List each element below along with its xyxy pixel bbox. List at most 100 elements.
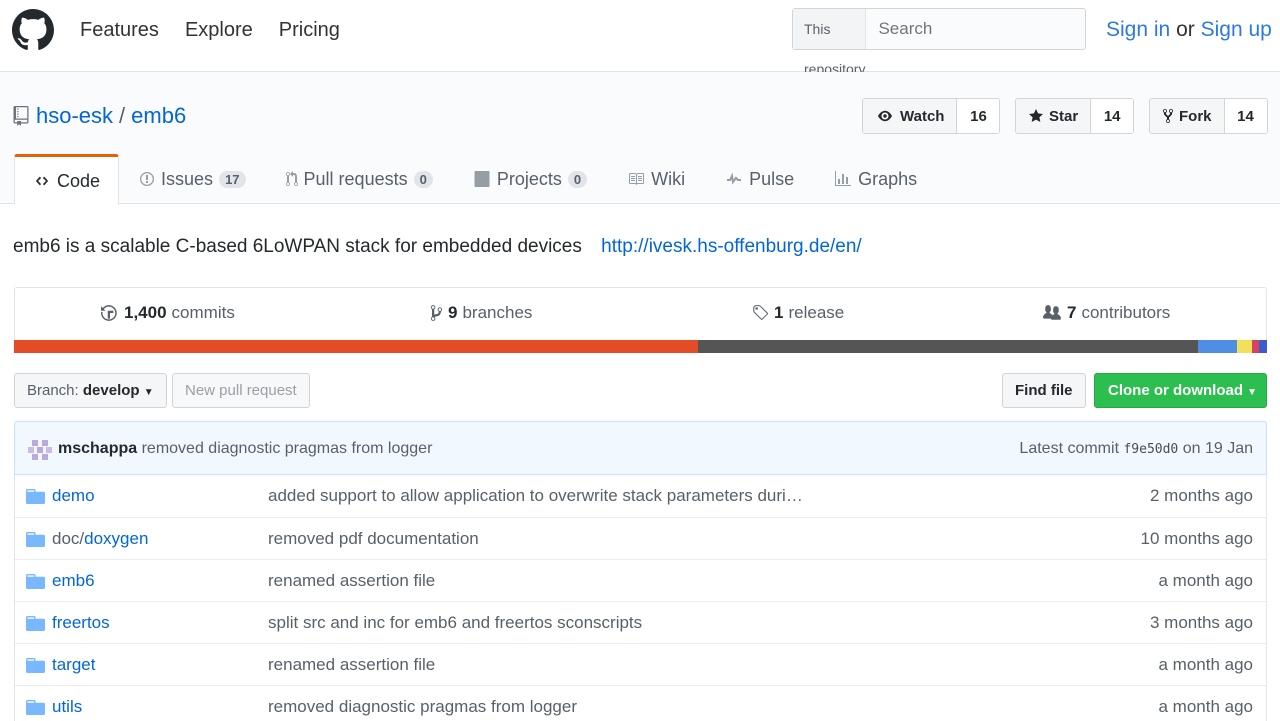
file-name[interactable]: doc/doxygen bbox=[52, 528, 148, 550]
nav-features[interactable]: Features bbox=[80, 18, 159, 42]
code-icon bbox=[35, 176, 49, 186]
branch-select-button[interactable]: Branch: develop ▼ bbox=[14, 373, 167, 408]
sign-up-link[interactable]: Sign up bbox=[1201, 18, 1272, 41]
file-link[interactable]: doxygen bbox=[84, 529, 148, 548]
repo-owner-link[interactable]: hso-esk bbox=[36, 102, 113, 130]
latest-commit-label: Latest commit bbox=[1019, 440, 1120, 457]
pulse-icon bbox=[727, 172, 742, 185]
commit-author[interactable]: mschappa bbox=[58, 440, 137, 457]
file-commit-message[interactable]: removed pdf documentation bbox=[268, 528, 479, 550]
folder-icon bbox=[26, 658, 45, 673]
star-button[interactable]: Star bbox=[1016, 99, 1092, 133]
watch-count[interactable]: 16 bbox=[957, 99, 1000, 133]
file-commit-message[interactable]: renamed assertion file bbox=[268, 570, 435, 592]
fork-button[interactable]: Fork bbox=[1150, 99, 1225, 133]
tab-graphs-label: Graphs bbox=[858, 168, 918, 189]
file-age: 3 months ago bbox=[1149, 613, 1253, 632]
tab-issues[interactable]: Issues 17 bbox=[119, 154, 266, 204]
watch-button[interactable]: Watch bbox=[863, 99, 958, 133]
commit-date: on 19 Jan bbox=[1182, 440, 1253, 457]
latest-commit-bar: mschappa removed diagnostic pragmas from… bbox=[14, 421, 1267, 475]
contributors-summary[interactable]: 7 contributors bbox=[1042, 303, 1170, 323]
fork-action: Fork 14 bbox=[1149, 98, 1268, 134]
contributors-count: 7 bbox=[1067, 303, 1077, 322]
file-link[interactable]: freertos bbox=[52, 613, 110, 632]
issues-counter: 17 bbox=[219, 170, 246, 188]
eye-icon bbox=[878, 110, 892, 122]
file-list: demo added support to allow application … bbox=[14, 475, 1267, 721]
file-row: utils removed diagnostic pragmas from lo… bbox=[15, 685, 1266, 721]
file-name[interactable]: demo bbox=[52, 485, 95, 507]
nav-explore[interactable]: Explore bbox=[185, 18, 253, 42]
file-link[interactable]: emb6 bbox=[52, 571, 95, 590]
language-segment[interactable] bbox=[14, 340, 699, 353]
file-commit-message[interactable]: renamed assertion file bbox=[268, 654, 435, 676]
repo-description-text: emb6 is a scalable C-based 6LoWPAN stack… bbox=[13, 236, 582, 257]
file-name[interactable]: target bbox=[52, 654, 95, 676]
commit-sha[interactable]: f9e50d0 bbox=[1123, 442, 1178, 457]
branches-summary[interactable]: 9 branches bbox=[430, 303, 532, 323]
repo-description: emb6 is a scalable C-based 6LoWPAN stack… bbox=[13, 234, 862, 260]
tab-pulse[interactable]: Pulse bbox=[705, 154, 814, 204]
tab-projects[interactable]: Projects 0 bbox=[453, 154, 607, 204]
tag-icon bbox=[753, 305, 768, 320]
star-count[interactable]: 14 bbox=[1091, 99, 1134, 133]
contributors-label: contributors bbox=[1081, 303, 1171, 322]
tab-code[interactable]: Code bbox=[14, 154, 120, 205]
file-name[interactable]: freertos bbox=[52, 612, 110, 634]
branch-prefix: Branch: bbox=[27, 382, 79, 399]
file-commit-message[interactable]: removed diagnostic pragmas from logger bbox=[268, 696, 577, 718]
nav-pricing[interactable]: Pricing bbox=[279, 18, 340, 42]
file-link[interactable]: target bbox=[52, 655, 95, 674]
repo-title: hso-esk / emb6 bbox=[12, 102, 186, 130]
tab-pull-requests[interactable]: Pull requests 0 bbox=[266, 154, 453, 204]
branches-label: branches bbox=[462, 303, 533, 322]
avatar[interactable] bbox=[28, 438, 52, 462]
repo-homepage-link[interactable]: http://ivesk.hs-offenburg.de/en/ bbox=[601, 236, 862, 257]
star-label: Star bbox=[1049, 107, 1079, 125]
sign-in-link[interactable]: Sign in bbox=[1106, 18, 1170, 41]
tab-code-label: Code bbox=[57, 170, 101, 191]
language-segment[interactable] bbox=[698, 340, 1199, 353]
folder-icon bbox=[26, 489, 45, 504]
fork-label: Fork bbox=[1179, 107, 1212, 125]
auth-links: Sign in or Sign up bbox=[1106, 17, 1272, 43]
clone-or-download-button[interactable]: Clone or download ▼ bbox=[1094, 373, 1267, 408]
pull-request-icon bbox=[285, 171, 298, 186]
language-bar[interactable] bbox=[14, 340, 1267, 353]
file-row: demo added support to allow application … bbox=[15, 475, 1266, 517]
file-row: target renamed assertion file a month ag… bbox=[15, 643, 1266, 685]
caret-down-icon: ▼ bbox=[1247, 387, 1258, 398]
commit-title[interactable]: removed diagnostic pragmas from logger bbox=[142, 440, 433, 457]
file-commit-message[interactable]: added support to allow application to ov… bbox=[268, 485, 803, 507]
caret-down-icon: ▼ bbox=[143, 387, 154, 398]
branch-name: develop bbox=[82, 382, 140, 399]
main-nav: Features Explore Pricing bbox=[80, 18, 366, 42]
commits-summary[interactable]: 1,400 commits bbox=[101, 303, 235, 323]
language-segment[interactable] bbox=[1236, 340, 1252, 353]
find-file-button[interactable]: Find file bbox=[1002, 373, 1086, 408]
github-logo-icon[interactable] bbox=[12, 9, 54, 51]
tab-wiki[interactable]: Wiki bbox=[607, 154, 705, 204]
graph-icon bbox=[835, 171, 852, 186]
tab-graphs[interactable]: Graphs bbox=[814, 154, 937, 204]
language-segment[interactable] bbox=[1259, 340, 1267, 353]
file-row: freertos split src and inc for emb6 and … bbox=[15, 601, 1266, 643]
pull-requests-counter: 0 bbox=[413, 170, 433, 188]
language-segment[interactable] bbox=[1198, 340, 1237, 353]
file-age: a month ago bbox=[1158, 655, 1253, 674]
file-commit-message[interactable]: split src and inc for emb6 and freertos … bbox=[268, 612, 642, 634]
file-link[interactable]: utils bbox=[52, 697, 82, 716]
releases-summary[interactable]: 1 release bbox=[751, 303, 844, 323]
tab-issues-label: Issues bbox=[161, 168, 214, 189]
fork-count[interactable]: 14 bbox=[1224, 99, 1267, 133]
watch-action: Watch 16 bbox=[862, 98, 1001, 134]
repo-name-link[interactable]: emb6 bbox=[131, 102, 186, 130]
file-name[interactable]: emb6 bbox=[52, 570, 95, 592]
file-name[interactable]: utils bbox=[52, 696, 82, 718]
file-link[interactable]: demo bbox=[52, 486, 95, 505]
language-segment[interactable] bbox=[1251, 340, 1260, 353]
search-input[interactable] bbox=[866, 9, 1100, 49]
repo-separator: / bbox=[119, 103, 126, 128]
new-pull-request-button[interactable]: New pull request bbox=[172, 373, 310, 408]
